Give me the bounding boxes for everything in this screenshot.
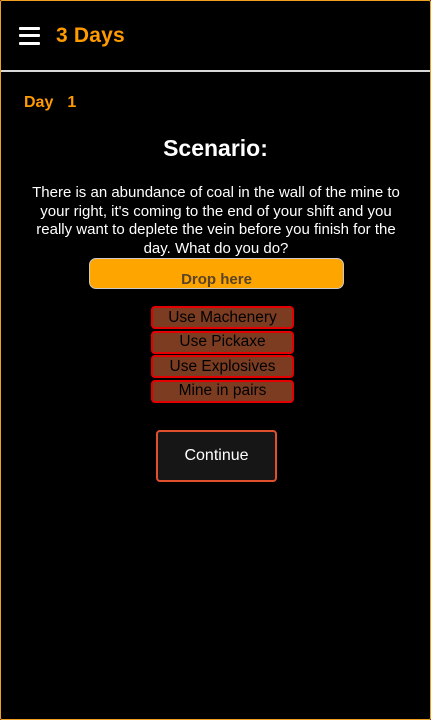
menu-icon-bar	[19, 41, 40, 45]
menu-icon-bar	[19, 26, 40, 30]
app-frame: 3 Days Day 1 Scenario: There is an abunda…	[0, 0, 431, 720]
app-header: 3 Days	[1, 1, 430, 72]
option-use-explosives[interactable]: Use Explosives	[151, 355, 294, 378]
day-indicator: Day 1	[24, 94, 76, 112]
day-label: Day	[24, 94, 54, 111]
menu-icon-bar	[19, 34, 40, 37]
drop-zone-label: Drop here	[181, 271, 252, 288]
option-use-machenery[interactable]: Use Machenery	[151, 306, 294, 329]
option-mine-in-pairs[interactable]: Mine in pairs	[151, 379, 294, 403]
hamburger-menu-icon[interactable]	[19, 26, 40, 45]
answer-options-list: Use Machenery Use Pickaxe Use Explosives…	[151, 306, 294, 404]
option-use-pickaxe[interactable]: Use Pickaxe	[151, 330, 294, 354]
continue-button[interactable]: Continue	[156, 430, 277, 482]
scenario-heading: Scenario:	[163, 135, 268, 161]
app-title: 3 Days	[56, 23, 125, 47]
scenario-description: There is an abundance of coal in the wal…	[32, 184, 400, 257]
answer-drop-zone[interactable]: Drop here	[89, 258, 344, 289]
day-number: 1	[67, 94, 77, 111]
